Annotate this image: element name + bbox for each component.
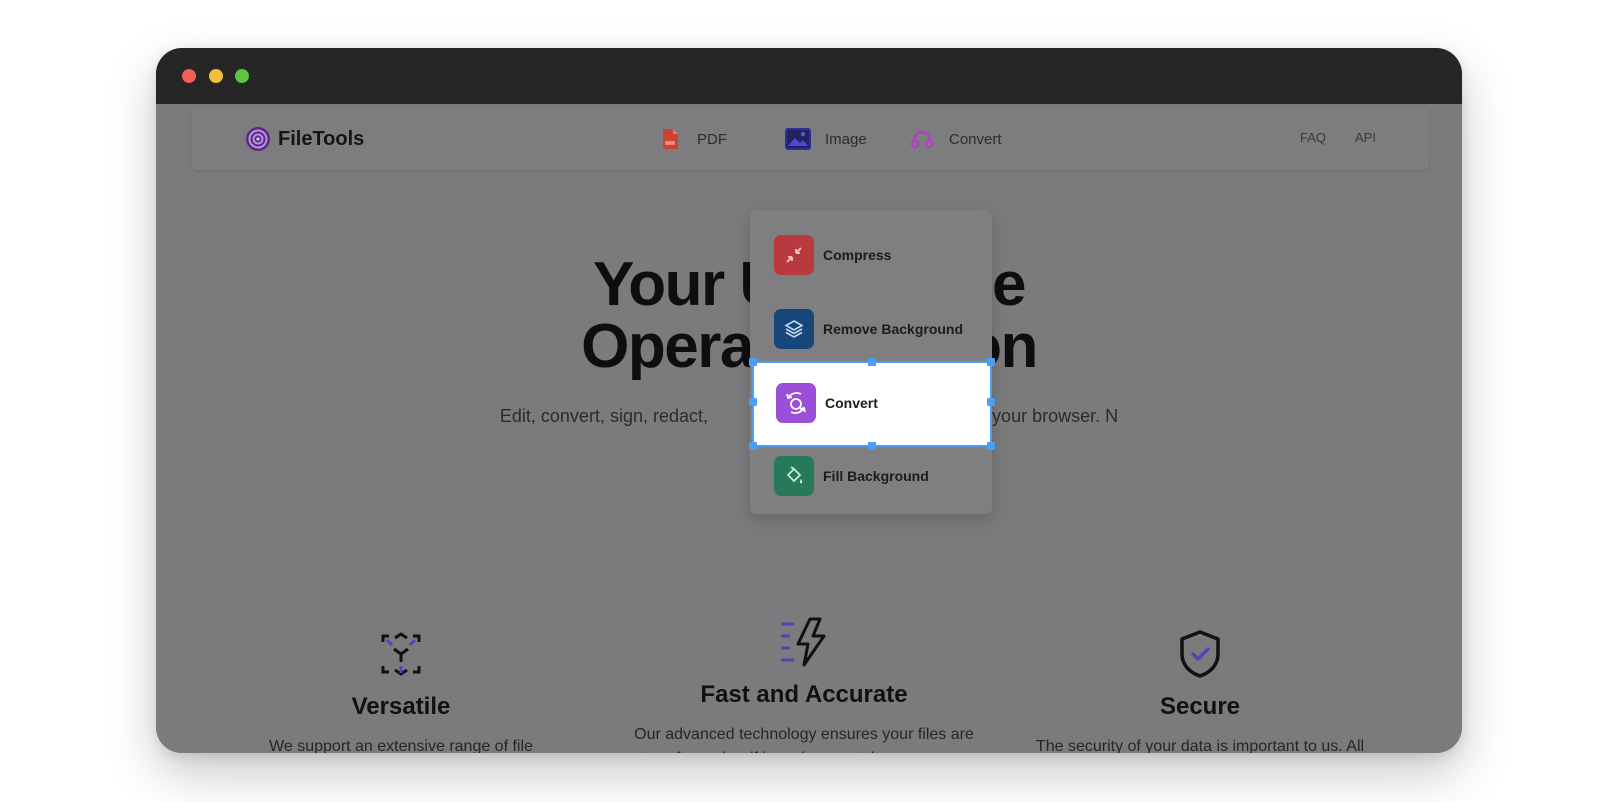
- nav-link-api[interactable]: API: [1355, 130, 1376, 145]
- feature-description: We support an extensive range of file fo…: [269, 738, 533, 753]
- selection-handle[interactable]: [987, 358, 995, 366]
- brand-logo[interactable]: FileTools: [245, 126, 364, 152]
- image-icon: [785, 126, 811, 152]
- feature-description: The security of your data is important t…: [1035, 738, 1365, 753]
- selection-handle[interactable]: [749, 358, 757, 366]
- dropdown-item-label: Compress: [823, 247, 892, 263]
- minimize-window-button[interactable]: [209, 69, 223, 83]
- nav-item-pdf[interactable]: PDF: [657, 126, 727, 152]
- top-navbar: FileTools PDF Image Convert FAQ API: [191, 106, 1429, 170]
- selection-handle[interactable]: [987, 398, 995, 406]
- nav-convert-label: Convert: [949, 130, 1002, 148]
- layers-icon: [774, 309, 814, 349]
- feature-versatile: Versatile We support an extensive range …: [251, 628, 551, 753]
- dropdown-item-label: Convert: [825, 395, 878, 411]
- feature-title: Fast and Accurate: [700, 681, 908, 708]
- pdf-file-icon: [657, 126, 683, 152]
- dropdown-item-compress[interactable]: Compress: [750, 218, 992, 292]
- nav-item-image[interactable]: Image: [785, 126, 867, 152]
- nav-image-label: Image: [825, 130, 867, 148]
- feature-title: Versatile: [351, 693, 451, 720]
- shield-check-icon: [1180, 630, 1220, 678]
- feature-description: Our advanced technology ensures your fil…: [634, 726, 974, 753]
- brand-name: FileTools: [278, 127, 365, 150]
- maximize-window-button[interactable]: [235, 69, 249, 83]
- filetools-logo-icon: [246, 127, 270, 151]
- dropdown-item-convert[interactable]: Convert: [749, 358, 995, 450]
- dropdown-item-label: Remove Background: [823, 321, 964, 337]
- lightning-icon: [781, 617, 826, 667]
- image-tools-dropdown: Compress Remove Background Convert Fill …: [749, 210, 995, 514]
- selection-handle[interactable]: [749, 398, 757, 406]
- paint-bucket-icon: [774, 456, 814, 496]
- browser-window: FileTools PDF Image Convert FAQ API Your…: [156, 48, 1462, 753]
- versatile-cube-icon: [381, 632, 421, 676]
- window-titlebar: [156, 48, 1462, 104]
- convert-headset-icon: [909, 126, 935, 152]
- page-content: FileTools PDF Image Convert FAQ API Your…: [156, 104, 1462, 753]
- feature-title: Secure: [1159, 693, 1241, 720]
- dropdown-item-fill-background[interactable]: Fill Background: [750, 439, 992, 513]
- feature-fast-accurate: Fast and Accurate Our advanced technolog…: [634, 616, 974, 753]
- close-window-button[interactable]: [182, 69, 196, 83]
- convert-cycle-icon: [776, 383, 816, 423]
- selection-handle[interactable]: [868, 358, 876, 366]
- nav-item-convert[interactable]: Convert: [909, 126, 1002, 152]
- nav-pdf-label: PDF: [697, 130, 727, 148]
- dropdown-item-remove-background[interactable]: Remove Background: [750, 292, 992, 366]
- dropdown-item-label: Fill Background: [823, 468, 929, 484]
- feature-secure: Secure The security of your data is impo…: [1030, 628, 1370, 753]
- compress-arrows-icon: [774, 235, 814, 275]
- nav-link-faq[interactable]: FAQ: [1300, 130, 1326, 145]
